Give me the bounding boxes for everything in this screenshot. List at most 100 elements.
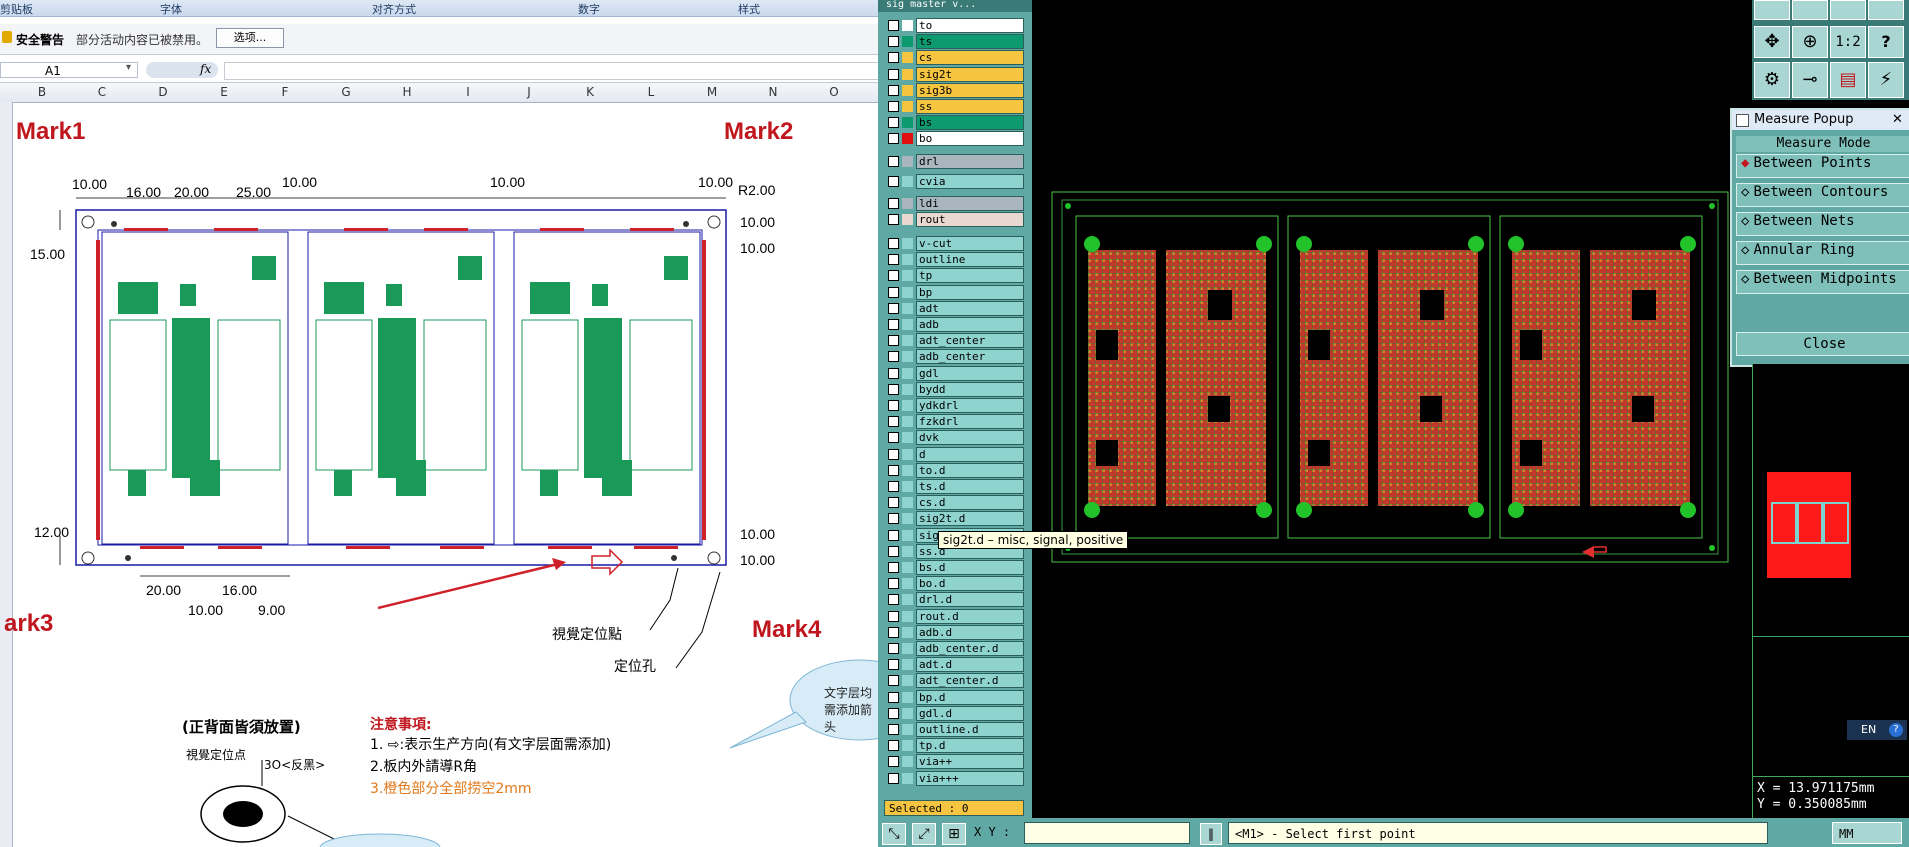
column-header[interactable]: K xyxy=(580,85,600,99)
layer-name[interactable]: ss xyxy=(916,99,1024,114)
xy-input[interactable] xyxy=(1024,822,1190,844)
layer-checkbox[interactable] xyxy=(888,101,899,112)
layer-row[interactable]: to xyxy=(884,18,1024,33)
layer-row[interactable]: outline xyxy=(884,252,1024,268)
layer-name[interactable]: v-cut xyxy=(916,236,1024,251)
ribbon-group-alignment[interactable]: 对齐方式 xyxy=(372,1,416,17)
measure-option-between-midpoints[interactable]: ◇ Between Midpoints xyxy=(1736,270,1909,294)
layer-color-swatch[interactable] xyxy=(902,335,913,347)
layer-row[interactable]: sig3b xyxy=(884,82,1024,98)
toolbar-button[interactable] xyxy=(1830,0,1866,20)
column-header[interactable]: M xyxy=(702,85,722,99)
layer-name[interactable]: to.d xyxy=(916,462,1024,478)
layer-color-swatch[interactable] xyxy=(902,367,913,379)
layer-color-swatch[interactable] xyxy=(902,464,913,476)
layer-checkbox[interactable] xyxy=(888,481,899,492)
layer-row[interactable]: tp.d xyxy=(884,738,1024,754)
measure-option-between-points[interactable]: ◆ Between Points xyxy=(1736,154,1909,178)
layer-color-swatch[interactable] xyxy=(902,513,913,525)
layer-name[interactable]: bo xyxy=(916,131,1024,147)
layer-name[interactable]: adt_center xyxy=(916,333,1024,349)
layer-color-swatch[interactable] xyxy=(902,643,913,654)
layer-checkbox[interactable] xyxy=(888,286,899,298)
column-header[interactable]: D xyxy=(153,85,173,99)
layer-row[interactable]: ydkdrl xyxy=(884,398,1024,413)
layer-row[interactable]: to.d xyxy=(884,462,1024,478)
layer-name[interactable]: gdl.d xyxy=(916,705,1024,721)
layer-color-swatch[interactable] xyxy=(902,545,913,557)
layer-color-swatch[interactable] xyxy=(902,772,913,784)
column-header[interactable]: E xyxy=(214,85,234,99)
layer-color-swatch[interactable] xyxy=(902,724,913,735)
layer-row[interactable]: tp xyxy=(884,268,1024,284)
toolbar-button[interactable] xyxy=(1792,0,1828,20)
layer-row[interactable]: adt_center xyxy=(884,333,1024,349)
zoom-fit-icon[interactable]: ✥ xyxy=(1754,26,1790,58)
layer-row[interactable]: adt xyxy=(884,300,1024,316)
help-icon[interactable]: ? xyxy=(1889,723,1903,737)
layer-checkbox[interactable] xyxy=(888,133,899,145)
layer-compare-icon[interactable]: ▤ xyxy=(1830,62,1866,98)
units-selector[interactable]: MM xyxy=(1832,822,1902,844)
layer-checkbox[interactable] xyxy=(888,659,899,671)
mini-view[interactable]: EN ? X = 13.971175mm Y = 0.350085mm xyxy=(1752,364,1909,819)
layer-name[interactable]: adb_center xyxy=(916,349,1024,365)
layer-color-swatch[interactable] xyxy=(902,691,913,703)
layer-row[interactable]: adb_center.d xyxy=(884,641,1024,656)
layer-color-swatch[interactable] xyxy=(902,740,913,752)
layer-color-swatch[interactable] xyxy=(902,578,913,590)
ribbon-group-number[interactable]: 数字 xyxy=(578,1,600,17)
pcb-view[interactable] xyxy=(1032,0,1752,818)
layer-color-swatch[interactable] xyxy=(902,529,913,541)
layer-row[interactable]: ldi xyxy=(884,196,1024,211)
layer-row[interactable]: ss xyxy=(884,99,1024,114)
layer-checkbox[interactable] xyxy=(888,383,899,395)
layer-checkbox[interactable] xyxy=(888,756,899,768)
layer-name[interactable]: d xyxy=(916,446,1024,462)
layer-checkbox[interactable] xyxy=(888,335,899,347)
column-header[interactable]: I xyxy=(458,85,478,99)
layer-name[interactable]: sig2t xyxy=(916,66,1024,82)
pause-icon[interactable]: ‖ xyxy=(1200,823,1222,845)
layer-color-swatch[interactable] xyxy=(902,610,913,622)
layer-name[interactable]: dvk xyxy=(916,430,1024,446)
layer-row[interactable]: via++ xyxy=(884,754,1024,770)
layer-color-swatch[interactable] xyxy=(902,238,913,249)
layer-name[interactable]: drl.d xyxy=(916,592,1024,608)
layer-color-swatch[interactable] xyxy=(902,156,913,167)
column-header[interactable]: C xyxy=(92,85,112,99)
zoom-in-icon[interactable]: ⤢ xyxy=(912,823,936,845)
layer-name[interactable]: adb_center.d xyxy=(916,641,1024,656)
layer-color-swatch[interactable] xyxy=(902,176,913,187)
layer-name[interactable]: adb xyxy=(916,317,1024,332)
layer-row[interactable]: adt_center.d xyxy=(884,673,1024,689)
layer-color-swatch[interactable] xyxy=(902,432,913,444)
layer-checkbox[interactable] xyxy=(888,351,899,363)
layer-name[interactable]: gdl xyxy=(916,365,1024,381)
measure-icon[interactable]: ⊸ xyxy=(1792,62,1828,98)
layer-name[interactable]: ydkdrl xyxy=(916,398,1024,413)
layer-checkbox[interactable] xyxy=(888,529,899,541)
layer-checkbox[interactable] xyxy=(888,497,899,509)
layer-checkbox[interactable] xyxy=(888,176,899,187)
layer-checkbox[interactable] xyxy=(888,198,899,209)
measure-popup-titlebar[interactable]: Measure Popup ✕ xyxy=(1732,110,1909,130)
layer-name[interactable]: ts.d xyxy=(916,479,1024,494)
layer-checkbox[interactable] xyxy=(888,610,899,622)
layer-row[interactable]: drl.d xyxy=(884,592,1024,608)
layer-row[interactable]: d xyxy=(884,446,1024,462)
measure-option-between-nets[interactable]: ◇ Between Nets xyxy=(1736,212,1909,236)
layer-row[interactable]: rout.d xyxy=(884,608,1024,624)
column-header[interactable]: O xyxy=(824,85,844,99)
layer-color-swatch[interactable] xyxy=(902,400,913,411)
layer-checkbox[interactable] xyxy=(888,562,899,573)
layer-name[interactable]: rout.d xyxy=(916,608,1024,624)
name-box[interactable]: A1 xyxy=(0,62,138,78)
ribbon-group-style[interactable]: 样式 xyxy=(738,1,760,17)
layer-color-swatch[interactable] xyxy=(902,302,913,314)
layer-color-swatch[interactable] xyxy=(902,270,913,282)
chevron-down-icon[interactable]: ▾ xyxy=(126,62,131,73)
layer-row[interactable]: sig2t xyxy=(884,66,1024,82)
layer-row[interactable]: adt.d xyxy=(884,657,1024,673)
layer-color-swatch[interactable] xyxy=(902,448,913,460)
